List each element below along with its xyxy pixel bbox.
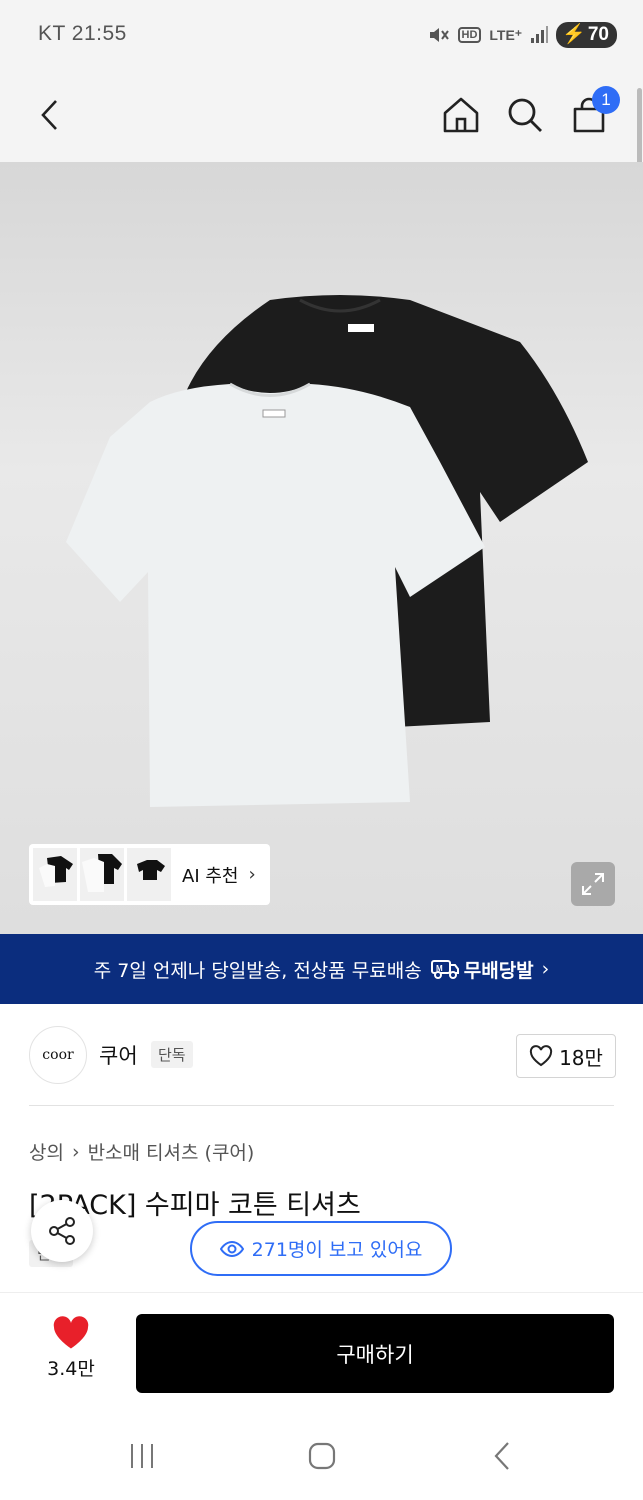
expand-image-button[interactable]: [571, 862, 615, 906]
back-nav-button[interactable]: [482, 1440, 522, 1472]
home-icon: [443, 97, 479, 133]
svg-text:M: M: [436, 964, 443, 973]
shipping-banner-text: 주 7일 언제나 당일발송, 전상품 무료배송: [93, 959, 422, 982]
breadcrumb-separator: ›: [71, 1140, 80, 1163]
chevron-right-icon: ›: [248, 864, 256, 885]
breadcrumb-subcategory[interactable]: 반소매 티셔츠 (쿠어): [88, 1138, 255, 1165]
brand-like-count: 18만: [559, 1045, 603, 1070]
search-icon: [508, 98, 542, 132]
product-image[interactable]: [0, 162, 643, 934]
expand-icon: [582, 873, 604, 895]
ai-recommend-label: AI 추천: [182, 865, 239, 887]
status-time: KT 21:55: [38, 22, 127, 45]
signal-icon: [531, 26, 549, 43]
brand-exclusive-tag: 단독: [151, 1041, 193, 1068]
ai-thumbnail[interactable]: [80, 848, 124, 901]
cart-button[interactable]: 1: [564, 86, 620, 140]
share-button[interactable]: [31, 1200, 93, 1262]
app-header: 1: [0, 72, 643, 162]
heart-filled-icon: [53, 1316, 89, 1349]
recent-apps-button[interactable]: [122, 1440, 162, 1472]
status-icons: HD LTE⁺ ⚡ 70: [428, 22, 617, 48]
delivery-truck-icon: M: [430, 960, 459, 979]
breadcrumb: 상의 › 반소매 티셔츠 (쿠어): [29, 1138, 254, 1165]
free-shipping-logo: M 무배당발: [430, 956, 534, 983]
eye-icon: [219, 1240, 244, 1257]
divider: [29, 1105, 614, 1106]
breadcrumb-category[interactable]: 상의: [29, 1138, 64, 1165]
back-button[interactable]: [25, 90, 75, 140]
charging-icon: ⚡: [562, 24, 586, 45]
shipping-banner[interactable]: 주 7일 언제나 당일발송, 전상품 무료배송 M 무배당발 ›: [0, 934, 643, 1004]
brand-logo[interactable]: coor: [29, 1026, 87, 1084]
home-button[interactable]: [436, 90, 486, 140]
home-nav-icon: [308, 1442, 336, 1470]
brand-name[interactable]: 쿠어: [99, 1040, 138, 1070]
network-label: LTE⁺: [489, 26, 523, 43]
hd-icon: HD: [457, 27, 482, 43]
cart-count-badge: 1: [592, 86, 620, 114]
viewers-indicator: 271명이 보고 있어요: [190, 1221, 452, 1276]
brand-like-button[interactable]: 18만: [516, 1034, 616, 1078]
back-arrow-icon: [41, 100, 57, 130]
home-nav-button[interactable]: [302, 1440, 342, 1472]
status-bar: KT 21:55 HD LTE⁺ ⚡ 70: [0, 0, 643, 72]
ai-recommend-bar[interactable]: AI 추천 ›: [29, 844, 270, 905]
tshirt-illustration: [66, 295, 588, 807]
chevron-right-icon: ›: [541, 958, 550, 980]
mute-icon: [429, 28, 449, 42]
battery-level: 70: [587, 24, 609, 45]
heart-outline-icon: [529, 1045, 553, 1067]
share-icon: [49, 1217, 75, 1245]
system-nav-bar: [0, 1412, 643, 1500]
buy-button[interactable]: 구매하기: [136, 1314, 614, 1393]
product-like-button[interactable]: 3.4만: [34, 1316, 108, 1386]
free-shipping-name: 무배당발: [463, 959, 534, 982]
ai-thumbnail[interactable]: [33, 848, 77, 901]
search-button[interactable]: [500, 90, 550, 140]
product-like-count: 3.4만: [47, 1358, 95, 1380]
battery-indicator: ⚡ 70: [556, 22, 617, 48]
back-nav-icon: [494, 1442, 509, 1470]
recent-apps-icon: [131, 1444, 153, 1468]
viewers-text: 271명이 보고 있어요: [251, 1239, 423, 1261]
ai-thumbnail[interactable]: [127, 848, 171, 901]
